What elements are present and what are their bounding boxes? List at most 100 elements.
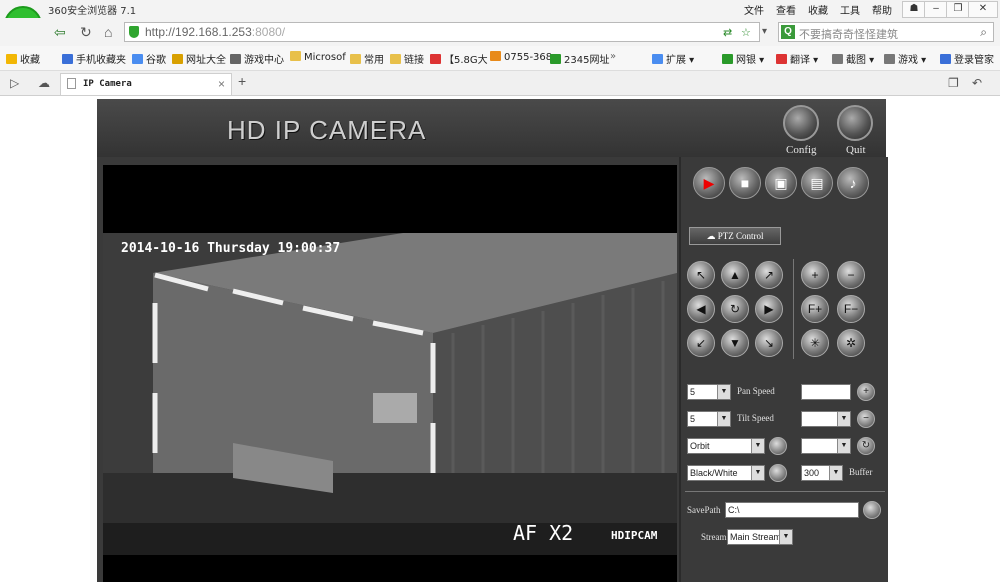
focus-out-icon[interactable]: F− [837, 295, 865, 323]
video-feed[interactable]: 2014-10-16 Thursday 19:00:37 AF X2 HDIPC… [103, 165, 677, 582]
search-icon[interactable]: ⌕ [980, 25, 987, 40]
record-icon[interactable]: ▤ [801, 167, 833, 199]
iris-close-icon[interactable]: ✲ [837, 329, 865, 357]
bookmark-2345[interactable]: 2345网址 [550, 51, 609, 66]
menu-help[interactable]: 帮助 [872, 2, 892, 17]
bookmark-label: 常用 [364, 55, 384, 66]
mode-select[interactable]: Orbit ▼ [687, 438, 765, 454]
tilt-speed-select[interactable]: 5 ▼ [687, 411, 731, 427]
pan-center-icon[interactable]: ↻ [721, 295, 749, 323]
call-preset-select[interactable]: ▼ [801, 438, 851, 454]
quit-icon[interactable] [837, 105, 873, 141]
tab-list-icon[interactable]: ❐ [948, 76, 959, 90]
search-box[interactable]: Q 不要搞奇奇怪怪建筑 ⌕ [778, 22, 994, 42]
pan-speed-select[interactable]: 5 ▼ [687, 384, 731, 400]
bookmark-label: 手机收藏夹 [76, 55, 126, 66]
browser-title: 360安全浏览器 7.1 [48, 6, 137, 17]
phone-icon [62, 54, 73, 64]
bookmark-0755[interactable]: 0755-368 [490, 51, 552, 63]
bookmark-google[interactable]: 谷歌 [132, 51, 166, 66]
minimize-icon[interactable]: – [924, 1, 948, 18]
search-input[interactable]: 不要搞奇奇怪怪建筑 [799, 26, 898, 42]
address-dropdown-icon[interactable]: ▾ [762, 26, 767, 37]
pan-right-icon[interactable]: ▶ [755, 295, 783, 323]
bookmark-microsoft[interactable]: Microsof [290, 51, 346, 63]
buffer-select[interactable]: 300 ▼ [801, 465, 843, 481]
color-apply-icon[interactable] [769, 464, 787, 482]
toolbar-games[interactable]: 游戏 ▾ [884, 51, 926, 66]
back-icon[interactable]: ⇦ [54, 24, 66, 41]
puzzle-icon [652, 54, 663, 64]
stream-select[interactable]: Main Stream ▼ [727, 529, 793, 545]
bookmark-links[interactable]: 链接 [390, 51, 424, 66]
savepath-input[interactable]: C:\ [725, 502, 859, 518]
compat-mode-icon[interactable]: ⇄ [723, 26, 732, 39]
mode-apply-icon[interactable] [769, 437, 787, 455]
menu-tools[interactable]: 工具 [840, 2, 860, 17]
focus-in-icon[interactable]: F+ [801, 295, 829, 323]
zoom-out-icon[interactable]: − [837, 261, 865, 289]
sidebar-toggle-icon[interactable]: ▷ [10, 76, 19, 90]
bookmark-common[interactable]: 常用 [350, 51, 384, 66]
pan-left-icon[interactable]: ◀ [687, 295, 715, 323]
address-bar[interactable]: http://192.168.1.253:8080/ ⇄ ☆ [124, 22, 760, 42]
refresh-icon[interactable]: ↻ [80, 24, 92, 41]
toolbar-translate[interactable]: 翻译 ▾ [776, 51, 818, 66]
tab-close-icon[interactable]: × [218, 77, 225, 91]
preset-select[interactable]: ▼ [801, 411, 851, 427]
toolbar-screenshot[interactable]: 截图 ▾ [832, 51, 874, 66]
call-preset-icon[interactable]: ↻ [857, 437, 875, 455]
pan-down-right-icon[interactable]: ↘ [755, 329, 783, 357]
bookmarks-overflow-icon[interactable]: » [610, 51, 616, 62]
favorite-star-icon[interactable]: ☆ [741, 26, 751, 39]
add-preset-icon[interactable]: + [857, 383, 875, 401]
browse-folder-icon[interactable] [863, 501, 881, 519]
new-tab-icon[interactable]: + [238, 73, 246, 89]
stop-icon[interactable]: ■ [729, 167, 761, 199]
config-label[interactable]: Config [786, 144, 817, 156]
chevron-down-icon: ▼ [717, 385, 730, 399]
menu-view[interactable]: 查看 [776, 2, 796, 17]
search-engine-icon[interactable]: Q [781, 25, 795, 39]
microphone-icon[interactable]: ♪ [837, 167, 869, 199]
pan-up-left-icon[interactable]: ↖ [687, 261, 715, 289]
bookmark-mobile[interactable]: 手机收藏夹 [62, 51, 126, 66]
video-zoom-overlay: AF X2 [513, 521, 574, 545]
home-icon[interactable]: ⌂ [104, 24, 112, 40]
tab-title: IP Camera [83, 79, 132, 89]
tab-ip-camera[interactable]: IP Camera × [60, 73, 232, 95]
site-2345-icon [550, 54, 561, 64]
bookmark-label: 0755-368 [504, 52, 553, 63]
undo-close-icon[interactable]: ↶ [972, 76, 982, 90]
bookmark-games[interactable]: 游戏中心 [230, 51, 284, 66]
skin-icon[interactable]: ☗ [902, 1, 926, 18]
tab-bar: ▷ ☁ IP Camera × + ❐ ↶ [0, 71, 1000, 96]
iris-open-icon[interactable]: ✳ [801, 329, 829, 357]
snapshot-icon[interactable]: ▣ [765, 167, 797, 199]
pan-up-icon[interactable]: ▲ [721, 261, 749, 289]
close-icon[interactable]: ✕ [968, 1, 998, 18]
pan-down-left-icon[interactable]: ↙ [687, 329, 715, 357]
config-icon[interactable] [783, 105, 819, 141]
bookmark-favorites[interactable]: 收藏 [6, 51, 40, 66]
ptz-control-button[interactable]: ☁ PTZ Control [689, 227, 781, 245]
quit-label[interactable]: Quit [846, 144, 866, 156]
maximize-icon[interactable]: ❐ [946, 1, 970, 18]
bookmark-sites[interactable]: 网址大全 [172, 51, 226, 66]
color-mode-select[interactable]: Black/White ▼ [687, 465, 765, 481]
play-icon[interactable]: ▶ [693, 167, 725, 199]
toolbar-login-manager[interactable]: 登录管家 [940, 51, 994, 66]
bookmark-5-8g[interactable]: 【5.8G大 [430, 51, 488, 66]
cloud-icon[interactable]: ☁ [38, 76, 50, 90]
toolbar-extensions[interactable]: 扩展 ▾ [652, 51, 694, 66]
menu-favorites[interactable]: 收藏 [808, 2, 828, 17]
folder-icon [350, 54, 361, 64]
zoom-in-icon[interactable]: + [801, 261, 829, 289]
pan-down-icon[interactable]: ▼ [721, 329, 749, 357]
toolbar-bank[interactable]: 网银 ▾ [722, 51, 764, 66]
remove-preset-icon[interactable]: − [857, 410, 875, 428]
menu-file[interactable]: 文件 [744, 2, 764, 17]
pan-up-right-icon[interactable]: ↗ [755, 261, 783, 289]
preset-input[interactable] [801, 384, 851, 400]
browser-titlebar: 360安全浏览器 7.1 文件 查看 收藏 工具 帮助 ☗ – ❐ ✕ [0, 0, 1000, 18]
